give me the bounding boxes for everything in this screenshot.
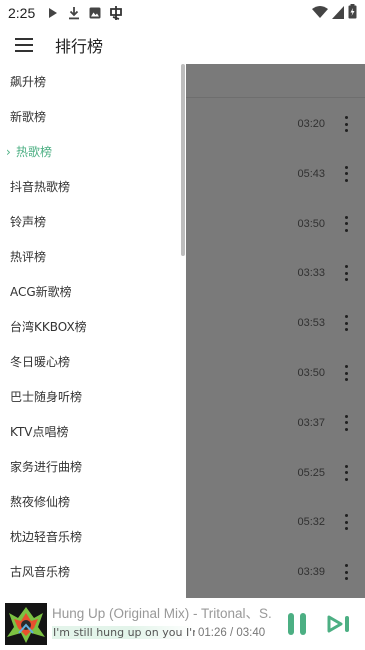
drawer-item[interactable]: 飙升榜 [0, 64, 182, 99]
drawer-item-label: 飙升榜 [10, 75, 47, 89]
drawer-item-label: 巴士随身听榜 [10, 390, 83, 404]
drawer-item-label: 台湾KKBOX榜 [10, 320, 87, 334]
status-bar: 2:25 [0, 0, 365, 26]
battery-icon [348, 3, 357, 23]
drawer-item-label: 熬夜修仙榜 [10, 495, 71, 509]
drawer-item-label: ACG新歌榜 [10, 285, 72, 299]
menu-button[interactable] [9, 30, 39, 60]
player-time: 01:26 / 03:40 [198, 627, 266, 639]
status-right [312, 3, 357, 23]
pause-icon [288, 613, 306, 635]
drawer-item[interactable]: 热评榜 [0, 239, 182, 274]
drawer-item[interactable]: 巴士随身听榜 [0, 379, 182, 414]
page-title: 排行榜 [55, 37, 104, 56]
drawer-item[interactable]: 冬日暖心榜 [0, 344, 182, 379]
drawer-item[interactable]: 枕边轻音乐榜 [0, 519, 182, 554]
drawer-item[interactable]: 家务进行曲榜 [0, 449, 182, 484]
drawer-item[interactable]: ACG新歌榜 [0, 274, 182, 309]
pause-button[interactable] [284, 611, 310, 637]
drawer-item-label: 热歌榜 [16, 145, 53, 159]
album-art-icon [5, 603, 47, 645]
drawer-item[interactable]: 抖音热歌榜 [0, 169, 182, 204]
drawer-item-label: 家务进行曲榜 [10, 460, 83, 474]
app-bar: 排行榜 [0, 26, 365, 64]
drawer-item-label: 铃声榜 [10, 215, 47, 229]
rank-drawer: 飙升榜新歌榜 › 热歌榜抖音热歌榜铃声榜热评榜 ACG新歌榜台湾KKBOX榜 冬日暖心榜… [0, 64, 186, 598]
drawer-item-label: 古风音乐榜 [10, 565, 71, 579]
drawer-item-label: 抖音热歌榜 [10, 180, 71, 194]
drawer-scrollbar[interactable] [181, 64, 185, 256]
drawer-item[interactable]: 古风音乐榜 [0, 554, 182, 589]
drawer-item-label: KTV点唱榜 [10, 425, 69, 439]
drawer-item[interactable]: 铃声榜 [0, 204, 182, 239]
player-song-title: Hung Up (Original Mix) - Tritonal、S... [52, 606, 272, 621]
chevron-right-icon: › [6, 144, 11, 159]
skip-next-icon [327, 615, 349, 633]
drawer-item[interactable]: 熬夜修仙榜 [0, 484, 182, 519]
drawer-item[interactable]: › 热歌榜 [0, 134, 182, 169]
signal-icon [332, 4, 344, 23]
drawer-item[interactable]: 台湾KKBOX榜 [0, 309, 182, 344]
play-icon [45, 5, 61, 21]
drawer-item-label: 新歌榜 [10, 110, 47, 124]
mini-player[interactable]: Hung Up (Original Mix) - Tritonal、S... I… [0, 598, 365, 650]
next-button[interactable] [326, 611, 352, 637]
drawer-item[interactable]: KTV点唱榜 [0, 414, 182, 449]
app-icon [108, 5, 124, 21]
wifi-icon [312, 4, 328, 23]
status-time: 2:25 [8, 5, 36, 21]
player-lyric: I'm still hung up on you I'm ... [52, 626, 195, 639]
album-cover[interactable] [5, 603, 47, 645]
drawer-item-label: 枕边轻音乐榜 [10, 530, 83, 544]
photo-icon [87, 5, 103, 21]
hamburger-icon [15, 38, 33, 52]
player-info[interactable]: Hung Up (Original Mix) - Tritonal、S... I… [52, 602, 277, 646]
drawer-item-label: 热评榜 [10, 250, 47, 264]
drawer-item-label: 冬日暖心榜 [10, 355, 71, 369]
download-icon [66, 5, 82, 21]
drawer-item[interactable]: 新歌榜 [0, 99, 182, 134]
